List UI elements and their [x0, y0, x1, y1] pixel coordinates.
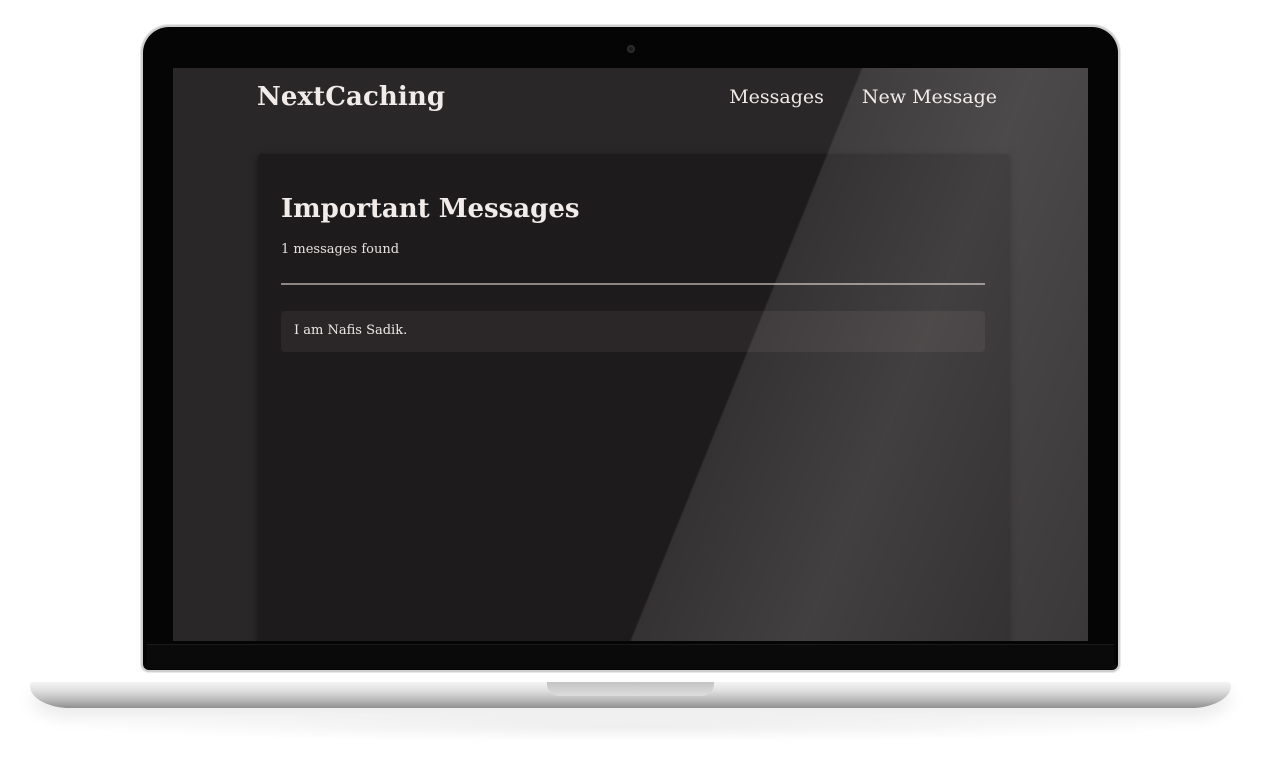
- page-title: Important Messages: [281, 194, 580, 224]
- laptop-hinge: [147, 644, 1114, 669]
- laptop-mockup: NextCaching Messages New Message Importa…: [0, 0, 1261, 757]
- messages-card: Important Messages 1 messages found I am…: [258, 154, 1010, 641]
- message-item: I am Nafis Sadik.: [281, 311, 985, 352]
- laptop-shadow: [60, 712, 1201, 742]
- nav-link-messages[interactable]: Messages: [729, 86, 824, 108]
- main-nav: Messages New Message: [729, 86, 997, 108]
- nav-link-new-message[interactable]: New Message: [862, 86, 997, 108]
- laptop-opening-notch: [547, 682, 714, 696]
- messages-count: 1 messages found: [281, 242, 400, 257]
- webcam-icon: [627, 45, 635, 53]
- site-logo[interactable]: NextCaching: [257, 82, 445, 112]
- site-header: NextCaching Messages New Message: [173, 68, 1088, 132]
- screen: NextCaching Messages New Message Importa…: [173, 68, 1088, 641]
- divider: [281, 283, 985, 285]
